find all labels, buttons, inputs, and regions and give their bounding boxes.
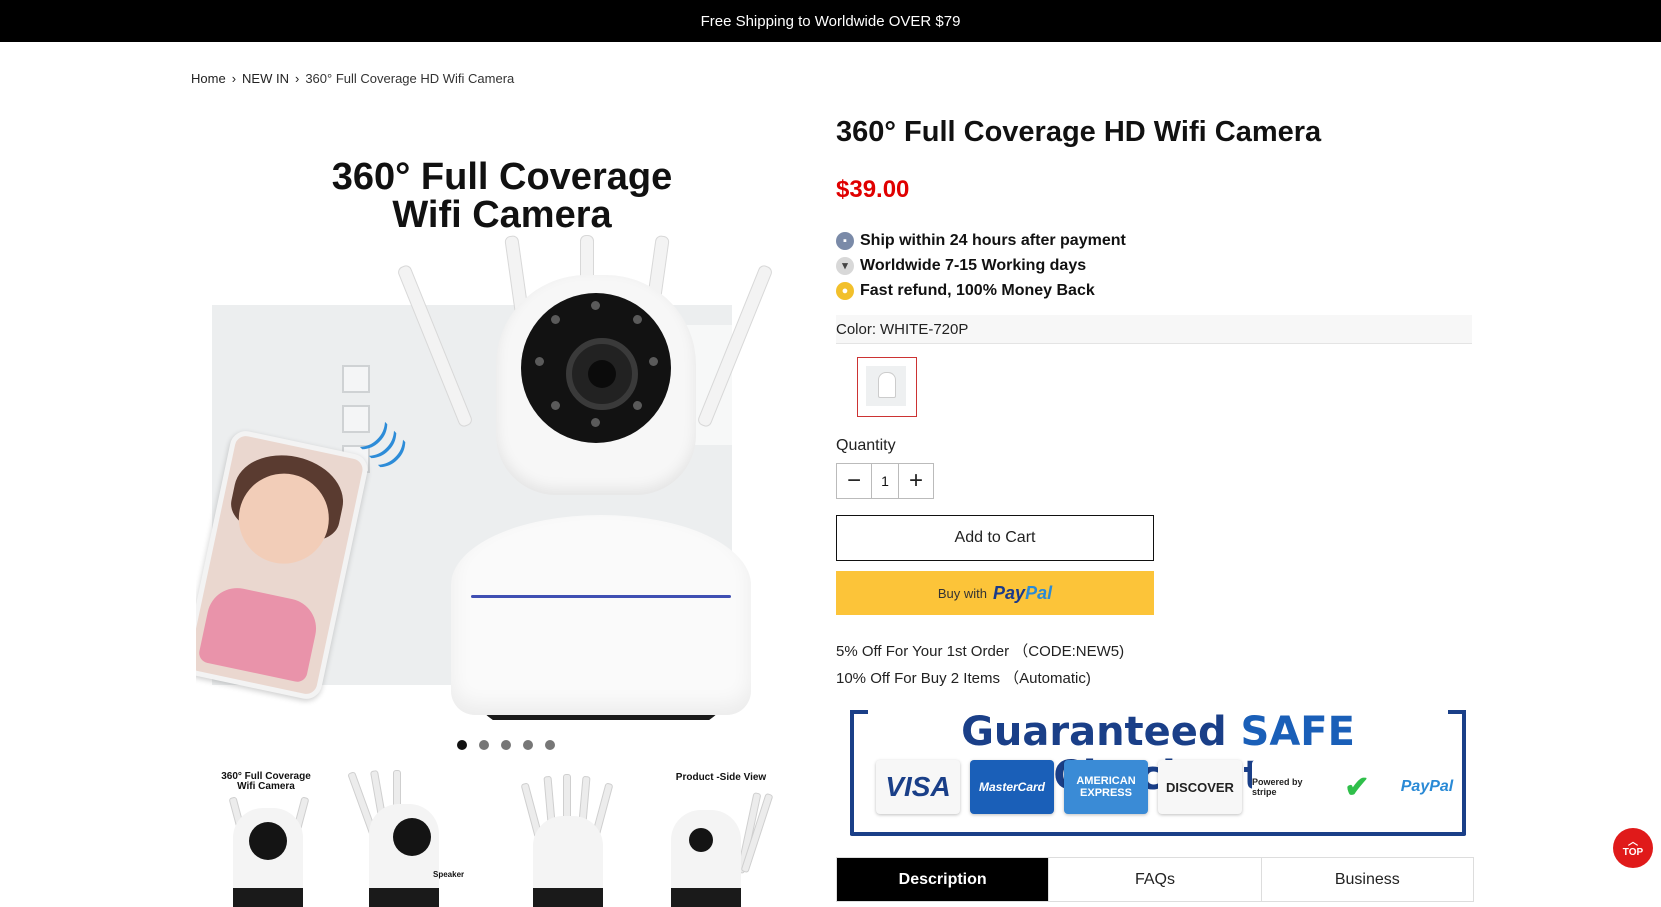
camera-foot — [533, 888, 603, 907]
camera-head — [496, 275, 696, 495]
thumbnail-label: Product -Side View — [675, 772, 767, 783]
quantity-stepper: − 1 + — [836, 463, 934, 499]
camera-foot — [369, 888, 439, 907]
carousel-dot[interactable] — [523, 740, 533, 750]
promo-list: 5% Off For Your 1st Order （CODE:NEW5) 10… — [836, 638, 1124, 692]
thumbnail-label: 360° Full Coverage Wifi Camera — [221, 771, 311, 792]
breadcrumb-current: 360° Full Coverage HD Wifi Camera — [305, 71, 515, 86]
paypal-brand-b: Pal — [1025, 582, 1053, 603]
carousel-dot[interactable] — [457, 740, 467, 750]
feature-item: ● Fast refund, 100% Money Back — [836, 278, 1126, 303]
quantity-label: Quantity — [836, 437, 896, 454]
swatch-camera — [878, 372, 896, 398]
payment-badges: VISA MasterCard AMERICAN EXPRESS DISCOVE… — [876, 760, 1462, 814]
coin-icon: ● — [836, 281, 854, 300]
promo-item: 10% Off For Buy 2 Items （Automatic) — [836, 670, 1091, 687]
badge-border — [1448, 710, 1466, 714]
carousel-dot[interactable] — [479, 740, 489, 750]
feature-text: Fast refund, 100% Money Back — [860, 281, 1095, 299]
promo-item: 5% Off For Your 1st Order （CODE:NEW5) — [836, 643, 1125, 660]
color-label: Color: — [836, 320, 877, 338]
paypal-prefix: Buy with — [937, 585, 988, 601]
feature-item: ▪ Ship within 24 hours after payment — [836, 228, 1126, 253]
carousel-dot[interactable] — [501, 740, 511, 750]
ir-led — [633, 315, 642, 324]
product-title: 360° Full Coverage HD Wifi Camera — [836, 116, 1322, 148]
color-selector-header: Color: WHITE-720P — [836, 315, 1472, 344]
image-title-line1: 360° Full Coverage — [331, 156, 673, 198]
feature-item: ▾ Worldwide 7-15 Working days — [836, 253, 1126, 278]
breadcrumb-separator: › — [294, 71, 300, 86]
quantity-input[interactable]: 1 — [871, 464, 899, 498]
camera-base — [451, 515, 751, 715]
announcement-bar: Free Shipping to Worldwide OVER $79 — [0, 0, 1661, 42]
feature-list: ▪ Ship within 24 hours after payment ▾ W… — [836, 228, 1126, 303]
paypal-icon: PayPal — [1392, 760, 1462, 814]
truck-icon: ▪ — [836, 231, 854, 250]
thumbnail-label: Speaker — [433, 870, 465, 879]
ir-led — [591, 418, 600, 427]
safe-checkout-badge: Guaranteed SAFE Checkout VISA MasterCard… — [850, 710, 1466, 836]
quantity-decrease-button[interactable]: − — [837, 464, 871, 498]
product-tabs: Description FAQs Business — [836, 857, 1474, 902]
back-to-top-button[interactable]: ︿ TOP — [1613, 828, 1653, 868]
feature-text: Ship within 24 hours after payment — [860, 231, 1126, 249]
thumbnail[interactable]: 360° Full Coverage Wifi Camera — [191, 770, 331, 907]
thumbnail[interactable]: Product -Side View — [641, 770, 781, 907]
thumbnail-strip: 360° Full Coverage Wifi Camera Speaker P… — [191, 770, 791, 907]
thumbnail[interactable] — [491, 770, 631, 907]
shelf-decor — [342, 405, 370, 433]
carousel-dots — [457, 740, 555, 750]
cart-icon: ▾ — [836, 256, 854, 275]
ir-led — [551, 401, 560, 410]
product-price: $39.00 — [836, 176, 910, 203]
quantity-increase-button[interactable]: + — [899, 464, 933, 498]
paypal-logo: PayPal — [993, 583, 1052, 604]
tab-business[interactable]: Business — [1262, 858, 1473, 901]
mastercard-icon: MasterCard — [970, 760, 1054, 814]
color-swatch-white-720p[interactable] — [857, 357, 917, 417]
ssl-shield-icon: ✔ — [1332, 760, 1382, 814]
ir-led — [649, 357, 658, 366]
tab-description[interactable]: Description — [837, 858, 1050, 901]
tab-faqs[interactable]: FAQs — [1049, 858, 1262, 901]
top-label: TOP — [1622, 847, 1644, 858]
announcement-text: Free Shipping to Worldwide OVER $79 — [700, 12, 961, 30]
feature-text: Worldwide 7-15 Working days — [860, 256, 1087, 274]
thumbnail[interactable]: Speaker — [341, 770, 481, 907]
carousel-dot[interactable] — [545, 740, 555, 750]
ir-led — [633, 401, 642, 410]
breadcrumb-home[interactable]: Home — [191, 71, 226, 86]
amex-icon: AMERICAN EXPRESS — [1064, 760, 1148, 814]
camera-foot — [233, 888, 303, 907]
camera-lens — [566, 338, 638, 410]
paypal-brand-a: Pay — [993, 582, 1026, 603]
breadcrumb: Home › NEW IN › 360° Full Coverage HD Wi… — [191, 71, 514, 86]
shelf-decor — [342, 365, 370, 393]
camera-band — [471, 595, 731, 598]
badge-border — [850, 710, 868, 714]
breadcrumb-separator: › — [231, 71, 237, 86]
camera-foot — [671, 888, 741, 907]
safe-title-a: Guaranteed — [961, 709, 1227, 755]
safe-title-b: SAFE — [1240, 709, 1355, 755]
ir-led — [551, 315, 560, 324]
color-value: WHITE-720P — [880, 320, 969, 338]
camera-face — [521, 293, 671, 443]
breadcrumb-category[interactable]: NEW IN — [242, 71, 289, 86]
ir-led — [535, 357, 544, 366]
stripe-lock-icon: Powered by stripe — [1252, 760, 1322, 814]
paypal-button[interactable]: Buy with PayPal — [836, 571, 1154, 615]
visa-icon: VISA — [876, 760, 960, 814]
discover-icon: DISCOVER — [1158, 760, 1242, 814]
image-title-line2: Wifi Camera — [392, 194, 612, 236]
add-to-cart-button[interactable]: Add to Cart — [836, 515, 1154, 561]
main-product-image[interactable]: 360° Full Coverage Wifi Camera ))) — [196, 140, 808, 720]
ir-led — [591, 301, 600, 310]
child-shirt — [197, 582, 322, 684]
